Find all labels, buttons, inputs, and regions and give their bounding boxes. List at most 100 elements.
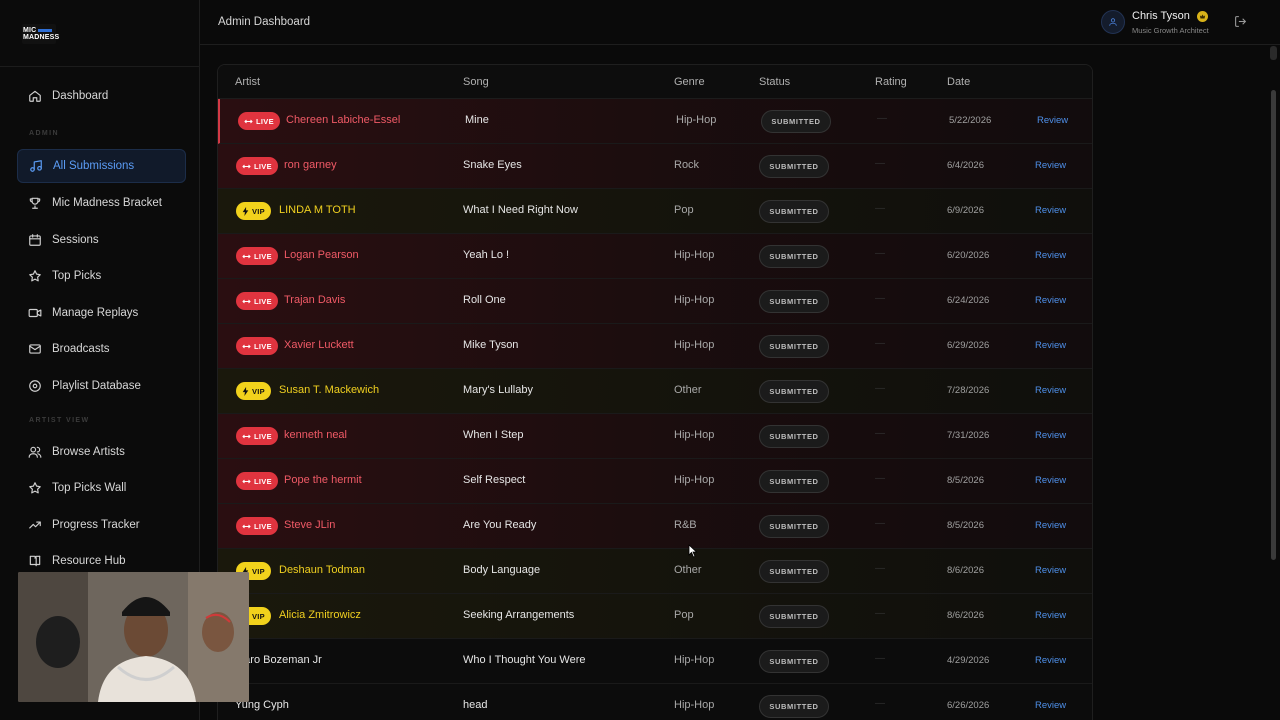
- song-title: Seeking Arrangements: [463, 609, 575, 621]
- status-badge: SUBMITTED: [759, 245, 829, 268]
- song-title: Self Respect: [463, 474, 526, 486]
- rating-value: —: [875, 608, 885, 619]
- artist-name[interactable]: Chereen Labiche-Essel: [286, 114, 400, 126]
- submission-date: 6/29/2026: [947, 340, 990, 351]
- trophy-icon: [28, 196, 42, 210]
- scrollbar-arrow[interactable]: [1270, 46, 1277, 60]
- review-link[interactable]: Review: [1035, 430, 1066, 441]
- table-row[interactable]: LIVE Trajan Davis Roll One Hip-Hop SUBMITTED…: [218, 279, 1092, 324]
- submission-date: 7/28/2026: [947, 385, 990, 396]
- sidebar-item-dashboard[interactable]: Dashboard: [17, 79, 186, 113]
- artist-name[interactable]: Pope the hermit: [284, 474, 362, 486]
- sidebar-item-label: Broadcasts: [52, 343, 110, 355]
- table-row[interactable]: VIP LINDA M TOTH What I Need Right Now Pop S…: [218, 189, 1092, 234]
- column-header-song[interactable]: Song: [463, 76, 489, 88]
- review-link[interactable]: Review: [1035, 205, 1066, 216]
- artist-name[interactable]: Trajan Davis: [284, 294, 345, 306]
- sidebar-item-label: Sessions: [52, 234, 99, 246]
- rating-value: —: [875, 383, 885, 394]
- sidebar-item-all-submissions[interactable]: All Submissions: [17, 149, 186, 183]
- review-link[interactable]: Review: [1035, 520, 1066, 531]
- sidebar-item-manage-replays[interactable]: Manage Replays: [17, 296, 186, 330]
- sidebar-item-playlist-database[interactable]: Playlist Database: [17, 369, 186, 403]
- artist-name[interactable]: LINDA M TOTH: [279, 204, 356, 216]
- review-link[interactable]: Review: [1035, 250, 1066, 261]
- artist-name[interactable]: Deshaun Todman: [279, 564, 365, 576]
- table-row[interactable]: LIVE ron garney Snake Eyes Rock SUBMITTED — 6/…: [218, 144, 1092, 189]
- artist-name[interactable]: Logan Pearson: [284, 249, 359, 261]
- table-row[interactable]: VIP Deshaun Todman Body Language Other SUBMI…: [218, 549, 1092, 594]
- table-row[interactable]: LIVE Logan Pearson Yeah Lo ! Hip-Hop SUBMITT…: [218, 234, 1092, 279]
- review-link[interactable]: Review: [1035, 340, 1066, 351]
- table-row[interactable]: Yung Cyph head Hip-Hop SUBMITTED —6/26/2026 R…: [218, 684, 1092, 720]
- sidebar-item-top-picks-wall[interactable]: Top Picks Wall: [17, 471, 186, 505]
- artist-name[interactable]: ron garney: [284, 159, 337, 171]
- song-title: When I Step: [463, 429, 524, 441]
- column-header-rating[interactable]: Rating: [875, 76, 907, 88]
- status-badge: SUBMITTED: [759, 695, 829, 718]
- submission-date: 5/22/2026: [949, 115, 992, 126]
- sidebar-item-browse-artists[interactable]: Browse Artists: [17, 435, 186, 469]
- status-badge: SUBMITTED: [759, 335, 829, 358]
- table-row[interactable]: LIVE Xavier Luckett Mike Tyson Hip-Hop SUBMI…: [218, 324, 1092, 369]
- live-badge: LIVE: [236, 337, 278, 355]
- review-link[interactable]: Review: [1035, 610, 1066, 621]
- artist-name[interactable]: Xavier Luckett: [284, 339, 354, 351]
- trending-up-icon: [28, 518, 42, 532]
- review-link[interactable]: Review: [1035, 160, 1066, 171]
- user-avatar[interactable]: [1101, 10, 1125, 34]
- table-row[interactable]: VIP Alicia Zmitrowicz Seeking Arrangements…: [218, 594, 1092, 639]
- rating-value: —: [877, 113, 887, 124]
- review-link[interactable]: Review: [1035, 655, 1066, 666]
- sidebar-item-broadcasts[interactable]: Broadcasts: [17, 332, 186, 366]
- song-title: Are You Ready: [463, 519, 537, 531]
- sidebar-item-top-picks[interactable]: Top Picks: [17, 259, 186, 293]
- sidebar-item-label: Playlist Database: [52, 380, 141, 392]
- artist-name[interactable]: Alicia Zmitrowicz: [279, 609, 361, 621]
- column-header-status[interactable]: Status: [759, 76, 790, 88]
- app-logo[interactable]: MIC MADNESS: [22, 24, 59, 44]
- sidebar-item-progress-tracker[interactable]: Progress Tracker: [17, 508, 186, 542]
- sidebar-item-label: Mic Madness Bracket: [52, 197, 162, 209]
- vip-badge: VIP: [236, 202, 271, 220]
- column-header-genre[interactable]: Genre: [674, 76, 705, 88]
- webcam-overlay: [18, 572, 249, 702]
- column-header-artist[interactable]: Artist: [235, 76, 260, 88]
- table-row[interactable]: VIP Susan T. Mackewich Mary's Lullaby Other…: [218, 369, 1092, 414]
- live-badge: LIVE: [236, 472, 278, 490]
- song-title: What I Need Right Now: [463, 204, 578, 216]
- scrollbar-thumb[interactable]: [1271, 90, 1276, 560]
- badge-label: LIVE: [256, 116, 274, 126]
- sidebar-item-sessions[interactable]: Sessions: [17, 223, 186, 257]
- sidebar-item-mic-madness-bracket[interactable]: Mic Madness Bracket: [17, 186, 186, 220]
- review-link[interactable]: Review: [1035, 700, 1066, 711]
- table-row[interactable]: maro Bozeman Jr Who I Thought You Were Hip…: [218, 639, 1092, 684]
- rating-value: —: [875, 203, 885, 214]
- artist-name[interactable]: kenneth neal: [284, 429, 347, 441]
- badge-label: LIVE: [254, 251, 272, 261]
- table-header: Artist Song Genre Status Rating Date: [218, 65, 1092, 99]
- review-link[interactable]: Review: [1035, 475, 1066, 486]
- star-icon: [28, 269, 42, 283]
- table-row[interactable]: LIVE Steve JLin Are You Ready R&B SUBMITTED —…: [218, 504, 1092, 549]
- review-link[interactable]: Review: [1035, 385, 1066, 396]
- review-link[interactable]: Review: [1037, 115, 1068, 126]
- review-link[interactable]: Review: [1035, 295, 1066, 306]
- table-row[interactable]: LIVE kenneth neal When I Step Hip-Hop SUBMIT…: [218, 414, 1092, 459]
- rating-value: —: [875, 563, 885, 574]
- artist-name[interactable]: Steve JLin: [284, 519, 335, 531]
- status-badge: SUBMITTED: [759, 560, 829, 583]
- review-link[interactable]: Review: [1035, 565, 1066, 576]
- logout-icon[interactable]: [1234, 15, 1247, 28]
- table-row[interactable]: LIVE Chereen Labiche-Essel Mine Hip-Hop SUBM…: [218, 99, 1092, 144]
- column-header-date[interactable]: Date: [947, 76, 970, 88]
- badge-label: LIVE: [254, 476, 272, 486]
- status-badge: SUBMITTED: [759, 380, 829, 403]
- user-role: Music Growth Architect: [1132, 26, 1209, 35]
- submission-date: 8/5/2026: [947, 475, 984, 486]
- submission-date: 6/4/2026: [947, 160, 984, 171]
- artist-name[interactable]: Susan T. Mackewich: [279, 384, 379, 396]
- page-title: Admin Dashboard: [218, 16, 311, 28]
- table-row[interactable]: LIVE Pope the hermit Self Respect Hip-Hop SU…: [218, 459, 1092, 504]
- calendar-icon: [28, 233, 42, 247]
